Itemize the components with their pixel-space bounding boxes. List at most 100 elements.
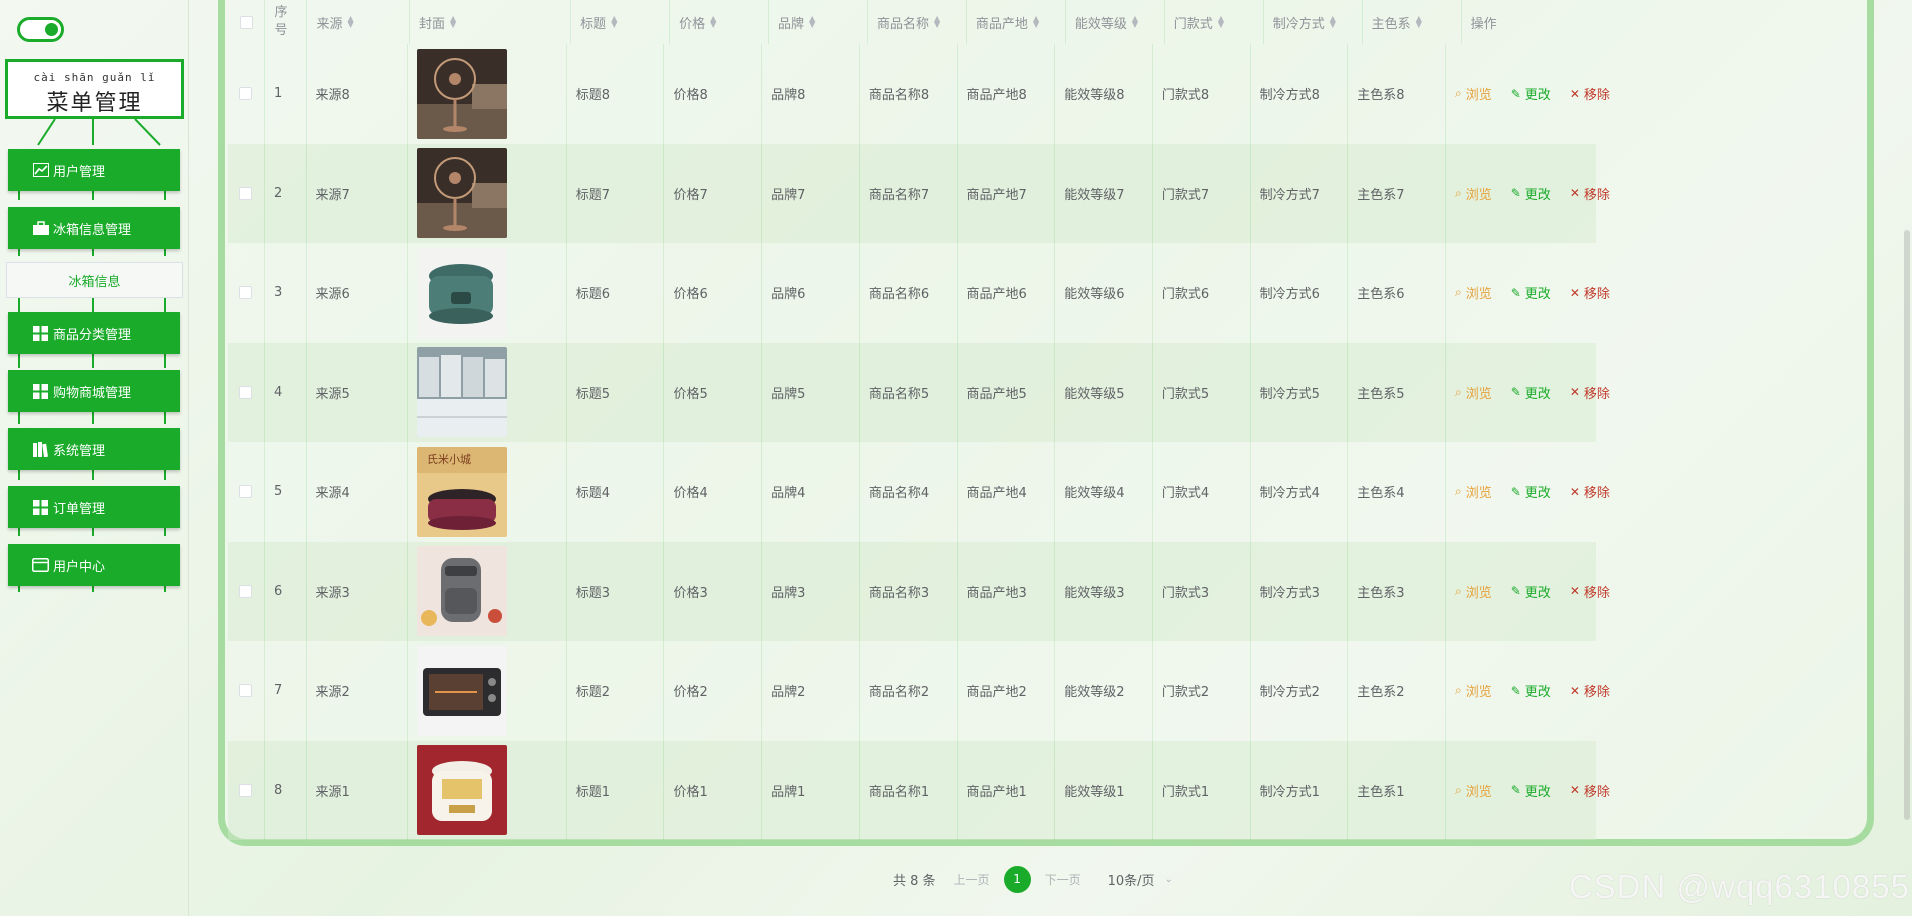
edit-button[interactable]: ✎ 更改	[1511, 681, 1551, 701]
edit-button[interactable]: ✎ 更改	[1511, 582, 1551, 601]
edit-button[interactable]: ✎ 更改	[1511, 184, 1551, 203]
header-source[interactable]: 来源 ▲ ▼	[307, 0, 410, 44]
header-cooling-method[interactable]: 制冷方式 ▲ ▼	[1264, 0, 1363, 44]
header-main-color[interactable]: 主色系 ▲ ▼	[1363, 0, 1462, 44]
delete-button[interactable]: ✕ 移除	[1570, 781, 1610, 800]
sort-caret-icon[interactable]: ▲ ▼	[450, 15, 456, 29]
view-button[interactable]: ⌕ 浏览	[1455, 681, 1492, 700]
scrollbar-thumb[interactable]	[1904, 230, 1910, 820]
view-button[interactable]: ⌕ 浏览	[1455, 283, 1492, 302]
view-button[interactable]: ⌕ 浏览	[1455, 383, 1492, 402]
cell-operations: ⌕ 浏览 ✎ 更改 ✕ 移除	[1446, 243, 1610, 343]
cover-image[interactable]	[416, 247, 507, 338]
sidebar-item-fridge-info-management[interactable]: 冰箱信息管理	[8, 207, 180, 249]
edit-button[interactable]: ✎ 更改	[1511, 482, 1551, 502]
delete-button[interactable]: ✕ 移除	[1570, 84, 1610, 104]
sort-caret-icon[interactable]: ▲ ▼	[1416, 15, 1422, 29]
header-energy-level[interactable]: 能效等级 ▲ ▼	[1066, 0, 1165, 44]
cover-image[interactable]	[416, 745, 507, 836]
row-checkbox[interactable]	[239, 186, 253, 200]
table-row[interactable]: 7 来源2 标题2 价格2 品牌2 商品名称2 商品产地2 能效等级2 门款式2 制冷方式2 主色系…	[228, 641, 1610, 741]
cover-image[interactable]	[416, 347, 507, 438]
sidebar-item-system-management[interactable]: 系统管理	[8, 428, 180, 470]
delete-button[interactable]: ✕ 移除	[1570, 482, 1610, 502]
cell-brand: 品牌6	[762, 243, 860, 343]
row-checkbox[interactable]	[239, 584, 253, 598]
row-checkbox[interactable]	[239, 783, 253, 797]
row-checkbox[interactable]	[239, 385, 253, 399]
view-button[interactable]: ⌕ 浏览	[1455, 781, 1492, 800]
table-row[interactable]: 1 来源8 标题8 价格8 品牌8 商品名称8 商品产地8 能效等级8 门款式8 制冷方式8 主色系…	[228, 44, 1610, 144]
edit-button[interactable]: ✎ 更改	[1511, 781, 1551, 800]
sort-caret-icon[interactable]: ▲ ▼	[710, 15, 716, 29]
header-door-style[interactable]: 门款式 ▲ ▼	[1165, 0, 1264, 44]
cell-energy-level: 能效等级4	[1055, 442, 1153, 542]
row-checkbox[interactable]	[239, 87, 253, 101]
sort-caret-icon[interactable]: ▲ ▼	[611, 15, 617, 29]
sidebar-item-mall-management[interactable]: 购物商城管理	[8, 370, 180, 412]
cell-origin: 商品产地5	[958, 342, 1056, 442]
sidebar-subitem-fridge-info[interactable]: 冰箱信息	[6, 262, 183, 298]
select-all-checkbox[interactable]	[239, 15, 253, 29]
sort-caret-icon[interactable]: ▲ ▼	[348, 15, 354, 29]
cell-source: 来源7	[307, 143, 408, 243]
delete-button[interactable]: ✕ 移除	[1570, 383, 1610, 402]
view-button[interactable]: ⌕ 浏览	[1455, 184, 1492, 203]
pagination-prev[interactable]: 上一页	[954, 871, 990, 888]
sort-caret-icon[interactable]: ▲ ▼	[1218, 15, 1224, 29]
sidebar-item-user-center[interactable]: 用户中心	[8, 544, 180, 586]
delete-button[interactable]: ✕ 移除	[1570, 184, 1610, 203]
cell-select	[228, 442, 265, 542]
table-row[interactable]: 3 来源6 标题6 价格6 品牌6 商品名称6 商品产地6 能效等级6 门款式6 制冷方式6 主色系…	[228, 243, 1610, 343]
search-icon: ⌕	[1454, 484, 1462, 499]
cell-door-style: 门款式1	[1153, 740, 1251, 840]
header-cover[interactable]: 封面 ▲ ▼	[410, 0, 572, 44]
table-row[interactable]: 4 来源5 标题5 价格5 品牌5 商品名称5 商品产地5 能效等级5 门款式5 制冷方式5 主色系…	[228, 342, 1610, 442]
table-row[interactable]: 8 来源1 标题1 价格1 品牌1 商品名称1 商品产地1 能效等级1 门款式1 制冷方式1 主色系…	[228, 740, 1610, 840]
view-button[interactable]: ⌕ 浏览	[1455, 582, 1492, 601]
cell-origin: 商品产地3	[958, 541, 1056, 641]
sort-caret-icon[interactable]: ▲ ▼	[809, 15, 815, 29]
sort-caret-icon[interactable]: ▲ ▼	[1330, 15, 1336, 29]
header-product-name[interactable]: 商品名称 ▲ ▼	[868, 0, 967, 44]
scrollbar[interactable]	[1902, 0, 1912, 916]
table-row[interactable]: 2 来源7 标题7 价格7 品牌7 商品名称7 商品产地7 能效等级7 门款式7 制冷方式7 主色系…	[228, 143, 1610, 243]
pagination-next[interactable]: 下一页	[1045, 871, 1081, 888]
collapse-toggle[interactable]	[17, 17, 64, 42]
header-origin[interactable]: 商品产地 ▲ ▼	[967, 0, 1066, 44]
header-index: 序号	[265, 0, 308, 44]
row-checkbox[interactable]	[239, 286, 253, 300]
sort-caret-icon[interactable]: ▲ ▼	[1033, 15, 1039, 29]
cell-product-name: 商品名称7	[860, 143, 958, 243]
header-price[interactable]: 价格 ▲ ▼	[670, 0, 770, 44]
view-button[interactable]: ⌕ 浏览	[1455, 482, 1492, 501]
pagination-page-current[interactable]: 1	[1003, 865, 1031, 893]
cover-image[interactable]	[416, 546, 507, 637]
sidebar-item-user-management[interactable]: 用户管理	[8, 149, 180, 191]
row-checkbox[interactable]	[239, 485, 253, 499]
sidebar-item-category-management[interactable]: 商品分类管理	[8, 312, 180, 354]
table-row[interactable]: 6 来源3 标题3 价格3 品牌3 商品名称3 商品产地3 能效等级3 门款式3 制冷方式3 主色系…	[228, 541, 1610, 641]
delete-button[interactable]: ✕ 移除	[1570, 582, 1610, 601]
cover-image[interactable]: 氏米小城	[416, 446, 507, 537]
cell-brand: 品牌5	[762, 342, 860, 442]
header-title[interactable]: 标题 ▲ ▼	[571, 0, 671, 44]
sort-caret-icon[interactable]: ▲ ▼	[934, 15, 940, 29]
cover-image[interactable]	[416, 148, 507, 239]
cover-image[interactable]	[416, 48, 507, 139]
sidebar-item-order-management[interactable]: 订单管理	[8, 486, 180, 528]
sort-caret-icon[interactable]: ▲ ▼	[1132, 15, 1138, 29]
page-size-select[interactable]: 10条/页 ⌄	[1108, 870, 1173, 889]
briefcase-icon	[32, 220, 49, 237]
row-checkbox[interactable]	[239, 684, 253, 698]
delete-button[interactable]: ✕ 移除	[1570, 681, 1610, 701]
cover-image[interactable]	[416, 645, 507, 736]
cell-select	[228, 740, 265, 840]
delete-button[interactable]: ✕ 移除	[1570, 283, 1610, 303]
edit-button[interactable]: ✎ 更改	[1511, 84, 1551, 104]
header-brand[interactable]: 品牌 ▲ ▼	[769, 0, 868, 44]
view-button[interactable]: ⌕ 浏览	[1455, 84, 1492, 103]
edit-button[interactable]: ✎ 更改	[1511, 383, 1551, 402]
table-row[interactable]: 5 来源4 氏米小城 标题4 价格4 品牌4 商品名称4 商品产地4 能效等级4 门款式4 制冷方式…	[228, 442, 1610, 542]
edit-button[interactable]: ✎ 更改	[1511, 283, 1551, 303]
